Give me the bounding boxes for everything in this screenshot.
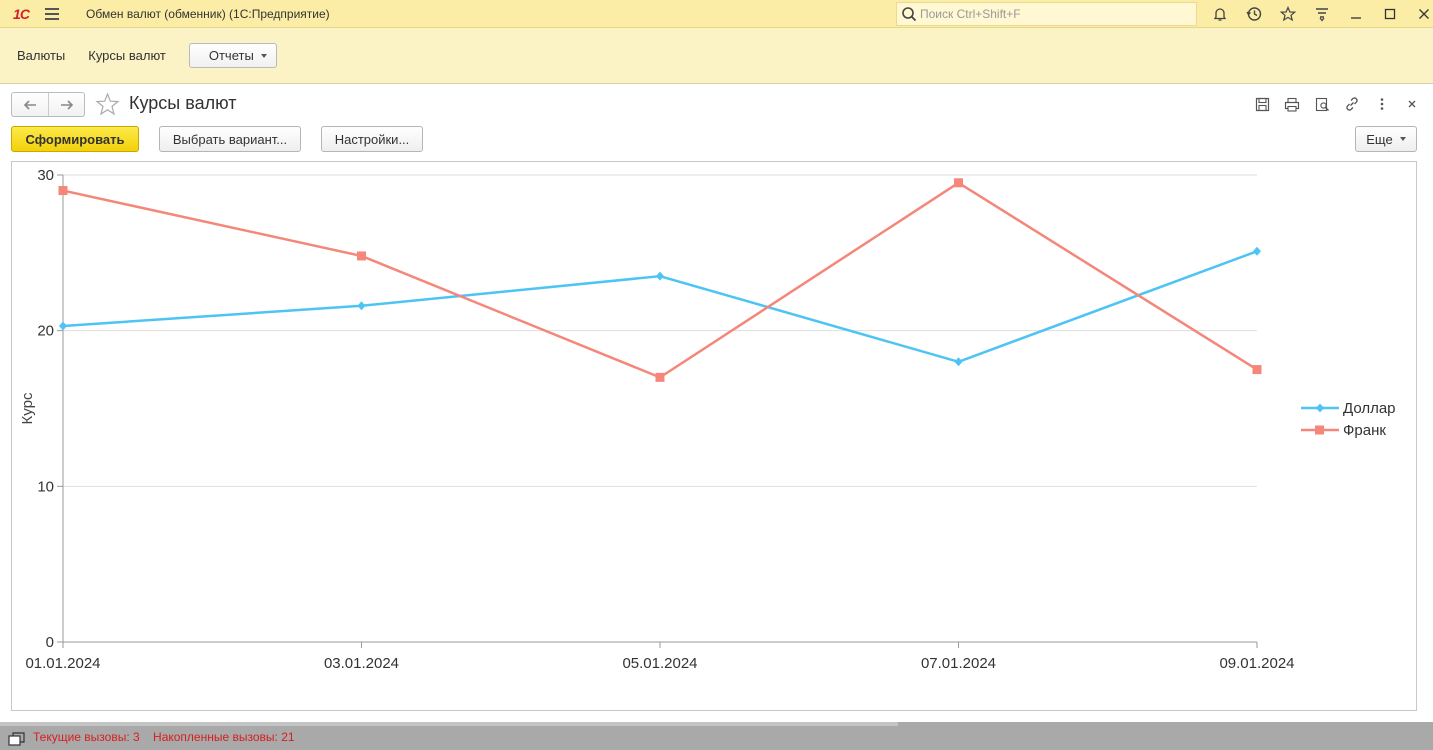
section-link-exchange-rates[interactable]: Курсы валют — [88, 48, 166, 63]
favorites-star-icon[interactable] — [1271, 0, 1305, 28]
x-tick-label: 01.01.2024 — [25, 655, 100, 672]
windows-icon[interactable] — [8, 731, 26, 747]
main-menu-icon[interactable] — [38, 0, 66, 28]
add-to-favorites-star-icon[interactable] — [95, 92, 120, 117]
forward-button[interactable] — [48, 93, 84, 116]
y-tick-label: 0 — [46, 634, 54, 651]
y-axis-label: Курс — [19, 392, 36, 424]
section-link-currencies[interactable]: Валюты — [17, 48, 65, 63]
more-label: Еще — [1366, 131, 1393, 147]
data-point — [58, 186, 68, 196]
global-search[interactable] — [896, 2, 1197, 26]
maximize-icon[interactable] — [1373, 0, 1407, 28]
settings-button[interactable]: Настройки... — [321, 126, 423, 152]
navigation-buttons — [11, 92, 85, 117]
minimize-icon[interactable] — [1339, 0, 1373, 28]
print-preview-icon[interactable] — [1307, 94, 1337, 114]
chevron-down-icon — [1399, 137, 1406, 141]
select-variant-button[interactable]: Выбрать вариант... — [159, 126, 301, 152]
current-calls: Текущие вызовы: 3 — [33, 730, 140, 744]
data-point — [954, 357, 963, 367]
bell-icon[interactable] — [1203, 0, 1237, 28]
data-point — [655, 372, 665, 382]
close-form-icon[interactable] — [1397, 94, 1427, 114]
accumulated-calls: Накопленные вызовы: 21 — [153, 730, 295, 744]
app-logo[interactable]: 1С — [4, 0, 38, 28]
chevron-down-icon — [260, 53, 267, 58]
series-line-1 — [62, 250, 1258, 364]
x-tick-label: 05.01.2024 — [622, 655, 697, 672]
status-bar-strip — [0, 722, 898, 726]
history-icon[interactable] — [1237, 0, 1271, 28]
search-input[interactable] — [920, 7, 1190, 21]
x-tick-label: 07.01.2024 — [921, 655, 996, 672]
performance-counters: Текущие вызовы: 3 Накопленные вызовы: 21 — [33, 730, 295, 744]
data-point — [656, 271, 664, 281]
functions-menu-icon[interactable] — [1305, 0, 1339, 28]
title-bar-tools — [1203, 0, 1433, 28]
legend-label: Франк — [1343, 422, 1386, 439]
close-window-icon[interactable] — [1407, 0, 1433, 28]
legend-label: Доллар — [1343, 400, 1396, 417]
reports-dropdown-button[interactable]: Отчеты — [188, 43, 277, 68]
y-tick-label: 20 — [37, 323, 54, 340]
reports-label: Отчеты — [208, 48, 254, 63]
data-point — [357, 251, 366, 261]
print-icon[interactable] — [1277, 94, 1307, 114]
data-point — [59, 321, 67, 331]
data-point — [357, 301, 366, 311]
back-button[interactable] — [12, 93, 48, 116]
more-actions-icon[interactable] — [1367, 94, 1397, 114]
save-icon[interactable] — [1247, 94, 1277, 114]
x-tick-label: 03.01.2024 — [324, 655, 399, 672]
report-chart-area[interactable]: 0 10 20 30 01.01.2024 03.01.2024 05.01.2024 07.… — [11, 161, 1417, 711]
legend-marker — [1316, 403, 1324, 413]
arrow-left-icon — [23, 99, 36, 110]
form-tools — [1247, 94, 1427, 114]
search-icon — [902, 7, 917, 22]
form-title: Курсы валют — [129, 93, 237, 113]
y-tick-label: 10 — [37, 478, 54, 495]
y-tick-label: 30 — [37, 167, 54, 184]
data-point — [1253, 246, 1261, 256]
data-point — [1252, 365, 1262, 375]
more-button[interactable]: Еще — [1355, 126, 1417, 152]
arrow-right-icon — [60, 99, 73, 110]
line-chart: 0 10 20 30 01.01.2024 03.01.2024 05.01.2024 07.… — [19, 167, 1396, 672]
data-point — [954, 178, 963, 188]
sections-panel: Валюты Курсы валют Отчеты — [0, 28, 1433, 84]
app-title: Обмен валют (обменник) (1С:Предприятие) — [86, 6, 330, 21]
generate-button[interactable]: Сформировать — [11, 126, 139, 152]
legend-marker — [1315, 425, 1324, 435]
link-icon[interactable] — [1337, 94, 1367, 114]
x-tick-label: 09.01.2024 — [1219, 655, 1294, 672]
